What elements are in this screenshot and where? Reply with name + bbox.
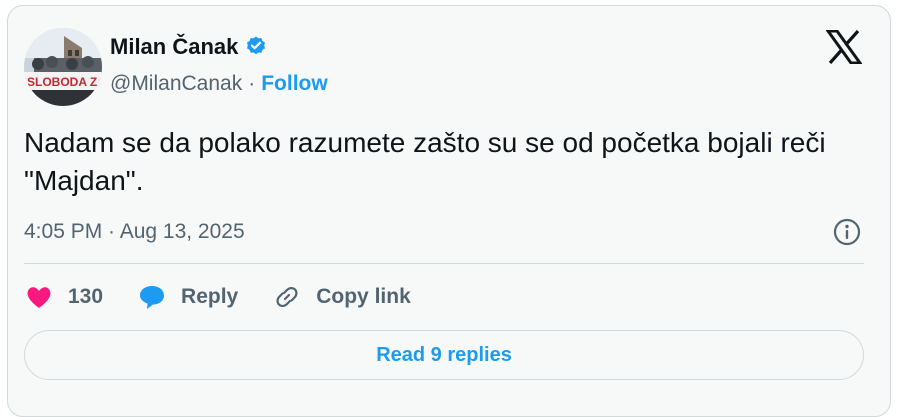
author-name-row: Milan Čanak (110, 34, 268, 60)
avatar-banner-text: SLOBODA ZA MA (27, 75, 102, 89)
like-button[interactable]: 130 (24, 282, 103, 312)
info-icon[interactable] (832, 217, 862, 247)
tweet-card: SLOBODA ZA MA Milan Čanak @MilanCanak · … (7, 5, 891, 417)
reply-bubble-icon (140, 286, 165, 309)
tweet-text: Nadam se da polako razumete zašto su se … (24, 127, 826, 196)
tweet-timestamp[interactable]: 4:05 PM · Aug 13, 2025 (24, 220, 245, 244)
heart-icon (27, 287, 51, 308)
x-logo-icon[interactable] (825, 29, 863, 65)
copy-link-button[interactable]: Copy link (272, 282, 411, 312)
avatar[interactable]: SLOBODA ZA MA (24, 28, 102, 106)
author-handle-row: @MilanCanak · Follow (110, 72, 328, 96)
reply-button[interactable]: Reply (137, 282, 238, 312)
separator-dot: · (248, 72, 256, 95)
read-replies-button[interactable]: Read 9 replies (24, 330, 864, 380)
copy-link-label: Copy link (316, 285, 411, 308)
author-handle[interactable]: @MilanCanak (110, 72, 242, 96)
follow-button[interactable]: Follow (261, 72, 328, 96)
action-bar: 130 Reply Copy link (24, 282, 445, 312)
verified-badge-icon (244, 35, 268, 59)
author-name[interactable]: Milan Čanak (110, 34, 238, 60)
link-icon (276, 286, 298, 308)
like-count: 130 (68, 285, 104, 308)
divider (24, 263, 864, 264)
reply-label: Reply (181, 285, 239, 308)
